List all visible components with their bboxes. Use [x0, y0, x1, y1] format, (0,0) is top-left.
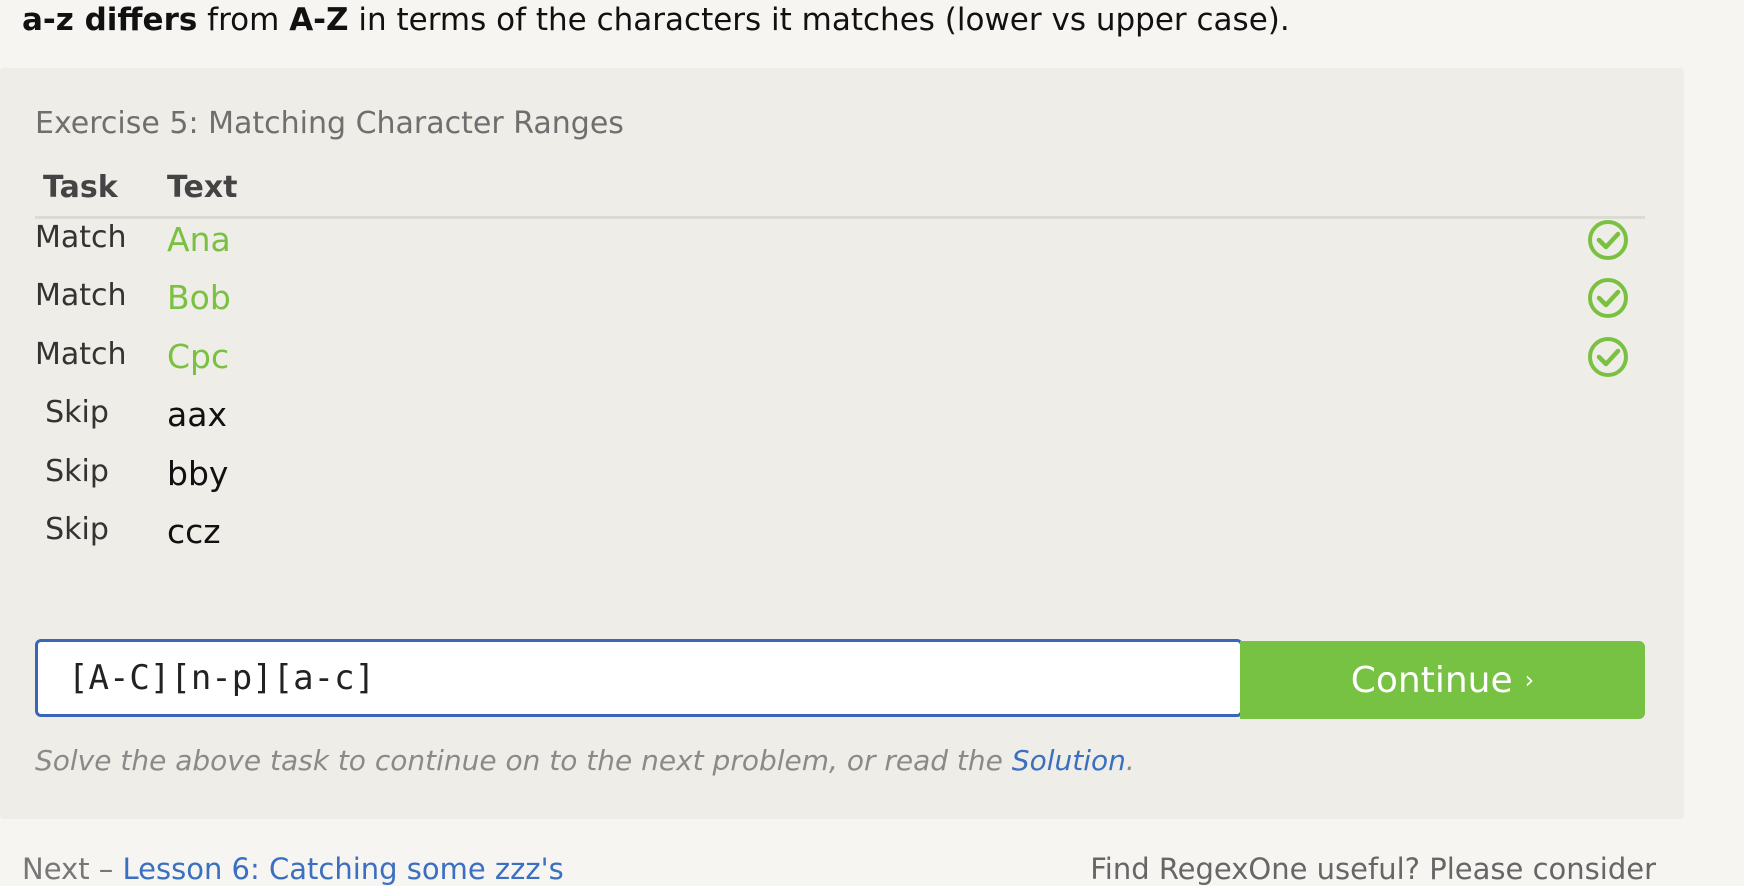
check-icon — [1588, 337, 1628, 377]
next-lesson-link[interactable]: Lesson 6: Catching some zzz's — [123, 852, 564, 886]
task-text: aax — [167, 395, 227, 434]
task-text: ccz — [167, 512, 221, 551]
intro-text: a-z differs from A-Z in terms of the cha… — [22, 0, 1290, 40]
intro-bold-range-upper: A-Z — [289, 2, 349, 38]
task-label: Skip — [45, 454, 109, 489]
task-row: Skip bby — [0, 446, 1684, 506]
exercise-panel: Exercise 5: Matching Character Ranges Ta… — [0, 68, 1684, 819]
task-label: Match — [35, 278, 127, 313]
answer-row: Continue › — [35, 639, 1645, 721]
intro-text-from: from — [197, 2, 290, 38]
continue-button[interactable]: Continue › — [1240, 641, 1645, 719]
task-row: Match Bob — [0, 270, 1684, 330]
task-text: Bob — [167, 278, 231, 317]
task-label: Match — [35, 337, 127, 372]
task-text: bby — [167, 454, 229, 493]
check-icon — [1588, 220, 1628, 260]
task-label: Skip — [45, 395, 109, 430]
task-row: Match Ana — [0, 212, 1684, 272]
continue-label: Continue — [1350, 659, 1513, 701]
task-text: Ana — [167, 220, 231, 259]
task-text: Cpc — [167, 337, 230, 376]
support-prompt: Find RegexOne useful? Please consider — [1090, 852, 1656, 886]
column-header-text: Text — [167, 170, 238, 205]
check-icon — [1588, 278, 1628, 318]
task-label: Match — [35, 220, 127, 255]
regex-answer-input[interactable] — [35, 639, 1243, 717]
hint-text: Solve the above task to continue on to t… — [35, 744, 1135, 777]
column-header-task: Task — [43, 170, 118, 205]
intro-text-rest: in terms of the characters it matches (l… — [348, 2, 1290, 38]
task-row: Skip aax — [0, 387, 1684, 447]
exercise-title: Exercise 5: Matching Character Ranges — [35, 106, 624, 141]
hint-prefix: Solve the above task to continue on to t… — [35, 744, 1012, 777]
task-label: Skip — [45, 512, 109, 547]
next-prefix: Next – — [22, 852, 123, 886]
task-row: Match Cpc — [0, 329, 1684, 389]
task-row: Skip ccz — [0, 504, 1684, 564]
hint-suffix: . — [1125, 744, 1135, 777]
next-lesson: Next – Lesson 6: Catching some zzz's — [22, 852, 564, 886]
solution-link[interactable]: Solution — [1012, 744, 1126, 777]
intro-bold-range-lower: a-z differs — [22, 2, 198, 38]
chevron-right-icon: › — [1524, 666, 1535, 694]
